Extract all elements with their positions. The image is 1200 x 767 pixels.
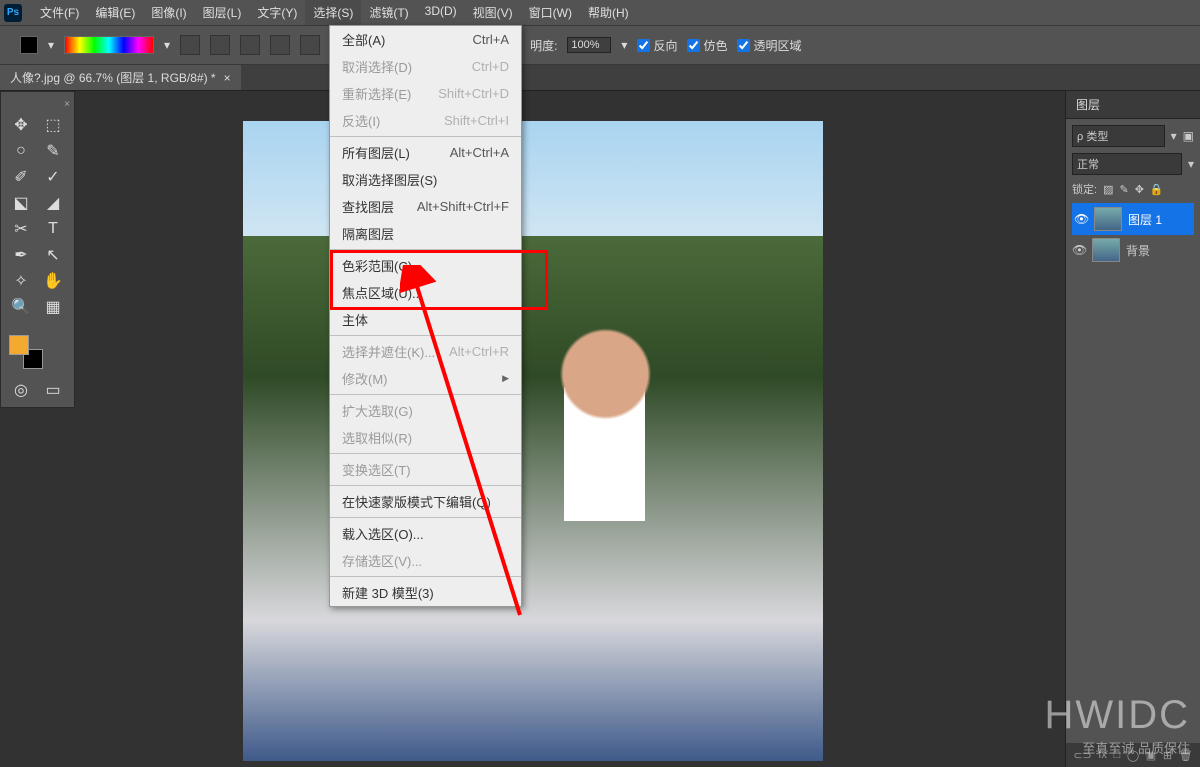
menu-文件[interactable]: 文件(F) xyxy=(32,0,87,25)
tool-button[interactable]: ↖ xyxy=(37,242,69,268)
menu-3d[interactable]: 3D(D) xyxy=(417,0,465,25)
dropdown-caret[interactable]: ▾ xyxy=(164,38,170,52)
lock-pixels-icon[interactable]: ▨ xyxy=(1103,183,1113,196)
tool-button[interactable]: ⬕ xyxy=(5,190,37,216)
visibility-icon[interactable]: 👁 xyxy=(1074,212,1088,226)
menu-文字[interactable]: 文字(Y) xyxy=(249,0,305,25)
blend-mode-select[interactable]: 正常 xyxy=(1072,153,1182,175)
menu-滤镜[interactable]: 滤镜(T) xyxy=(361,0,416,25)
opacity-label: 明度: xyxy=(530,37,557,54)
layer-filter-type[interactable]: ρ 类型 xyxy=(1072,125,1165,147)
menu-item: 修改(M) xyxy=(330,365,521,392)
canvas-area xyxy=(0,91,1065,767)
menu-item[interactable]: 隔离图层 xyxy=(330,220,521,247)
tool-button[interactable]: ✥ xyxy=(5,112,37,138)
gradient-preview[interactable] xyxy=(64,36,154,54)
layer-thumbnail[interactable] xyxy=(1092,238,1120,262)
menu-item[interactable]: 载入选区(O)... xyxy=(330,520,521,547)
tool-button[interactable]: ◢ xyxy=(37,190,69,216)
menu-item[interactable]: 主体 xyxy=(330,306,521,333)
gradient-radial-button[interactable] xyxy=(210,35,230,55)
tools-close-icon[interactable]: × xyxy=(5,96,70,112)
close-icon[interactable]: × xyxy=(224,71,231,85)
app-logo: Ps xyxy=(4,4,22,22)
menu-item: 存储选区(V)... xyxy=(330,547,521,574)
menu-图像[interactable]: 图像(I) xyxy=(143,0,194,25)
tool-button[interactable]: ✋ xyxy=(37,268,69,294)
dropdown-caret[interactable]: ▾ xyxy=(621,38,627,52)
dither-checkbox[interactable]: 仿色 xyxy=(687,37,727,54)
gradient-angle-button[interactable] xyxy=(240,35,260,55)
menu-item[interactable]: 新建 3D 模型(3) xyxy=(330,579,521,606)
select-menu-dropdown: 全部(A)Ctrl+A取消选择(D)Ctrl+D重新选择(E)Shift+Ctr… xyxy=(329,25,522,607)
layer-name: 背景 xyxy=(1126,242,1150,259)
watermark: HWIDC 至真至诚 品质保住 xyxy=(1044,693,1190,757)
menu-item: 反选(I)Shift+Ctrl+I xyxy=(330,107,521,134)
tool-button[interactable]: ✎ xyxy=(37,138,69,164)
tool-button[interactable]: ▭ xyxy=(37,377,69,403)
dropdown-caret[interactable]: ▾ xyxy=(1171,129,1177,143)
dropdown-caret[interactable]: ▾ xyxy=(1188,157,1194,171)
tool-button[interactable]: ✂ xyxy=(5,216,37,242)
filter-icon[interactable]: ▣ xyxy=(1183,129,1194,143)
reverse-checkbox[interactable]: 反向 xyxy=(637,37,677,54)
tool-button[interactable]: ✐ xyxy=(5,164,37,190)
menu-选择[interactable]: 选择(S) xyxy=(305,0,361,25)
document-tab-bar: 人像?.jpg @ 66.7% (图层 1, RGB/8#) * × xyxy=(0,65,1200,91)
menu-item[interactable]: 查找图层Alt+Shift+Ctrl+F xyxy=(330,193,521,220)
tool-button[interactable]: ○ xyxy=(5,138,37,164)
menu-item: 变换选区(T) xyxy=(330,456,521,483)
menu-item[interactable]: 在快速蒙版模式下编辑(Q) xyxy=(330,488,521,515)
tools-panel: × ✥⬚○✎✐✓⬕◢✂T✒↖✧✋🔍▦ ◎▭ xyxy=(0,91,75,408)
menu-item[interactable]: 焦点区域(U)... xyxy=(330,279,521,306)
menu-item: 取消选择(D)Ctrl+D xyxy=(330,53,521,80)
tool-button[interactable]: ⬚ xyxy=(37,112,69,138)
menu-编辑[interactable]: 编辑(E) xyxy=(87,0,143,25)
layer-item[interactable]: 👁 背景 xyxy=(1072,235,1194,265)
gradient-diamond-button[interactable] xyxy=(300,35,320,55)
gradient-reflected-button[interactable] xyxy=(270,35,290,55)
main-area: × ✥⬚○✎✐✓⬕◢✂T✒↖✧✋🔍▦ ◎▭ 图层 ρ 类型 ▾ ▣ 正常 ▾ 锁… xyxy=(0,91,1200,767)
layers-tab[interactable]: 图层 xyxy=(1066,91,1200,119)
menu-item: 重新选择(E)Shift+Ctrl+D xyxy=(330,80,521,107)
tool-button[interactable]: ✧ xyxy=(5,268,37,294)
menu-item[interactable]: 全部(A)Ctrl+A xyxy=(330,26,521,53)
lock-label: 锁定: xyxy=(1072,181,1097,197)
layer-item[interactable]: 👁 图层 1 xyxy=(1072,203,1194,235)
document-tab[interactable]: 人像?.jpg @ 66.7% (图层 1, RGB/8#) * × xyxy=(0,65,241,90)
tool-button[interactable]: T xyxy=(37,216,69,242)
menu-item[interactable]: 色彩范围(C)... xyxy=(330,252,521,279)
tool-button[interactable]: ✓ xyxy=(37,164,69,190)
options-bar: ▾ ▾ 明度: ▾ 反向 仿色 透明区域 xyxy=(0,25,1200,65)
document-title: 人像?.jpg @ 66.7% (图层 1, RGB/8#) * xyxy=(10,69,216,86)
menu-item: 选择并遮住(K)...Alt+Ctrl+R xyxy=(330,338,521,365)
dropdown-caret[interactable]: ▾ xyxy=(48,38,54,52)
menu-窗口[interactable]: 窗口(W) xyxy=(521,0,580,25)
transparency-checkbox[interactable]: 透明区域 xyxy=(737,37,801,54)
foreground-color[interactable] xyxy=(9,335,29,355)
menu-item[interactable]: 所有图层(L)Alt+Ctrl+A xyxy=(330,139,521,166)
menu-图层[interactable]: 图层(L) xyxy=(195,0,250,25)
lock-brush-icon[interactable]: ✎ xyxy=(1119,183,1128,196)
menu-bar: Ps 文件(F)编辑(E)图像(I)图层(L)文字(Y)选择(S)滤镜(T)3D… xyxy=(0,0,1200,25)
gradient-linear-button[interactable] xyxy=(180,35,200,55)
lock-move-icon[interactable]: ✥ xyxy=(1135,183,1144,196)
menu-视图[interactable]: 视图(V) xyxy=(465,0,521,25)
layer-name: 图层 1 xyxy=(1128,211,1162,228)
layers-panel: 图层 ρ 类型 ▾ ▣ 正常 ▾ 锁定: ▨ ✎ ✥ 🔒 👁图层 1👁背景 ⊂⊃… xyxy=(1065,91,1200,767)
tool-button[interactable]: ✒ xyxy=(5,242,37,268)
menu-帮助[interactable]: 帮助(H) xyxy=(580,0,637,25)
layer-thumbnail[interactable] xyxy=(1094,207,1122,231)
color-swatches[interactable] xyxy=(9,335,43,369)
menu-item: 扩大选取(G) xyxy=(330,397,521,424)
menu-item: 选取相似(R) xyxy=(330,424,521,451)
opacity-input[interactable] xyxy=(567,37,611,53)
tool-button[interactable]: 🔍 xyxy=(5,294,37,320)
lock-all-icon[interactable]: 🔒 xyxy=(1150,183,1164,196)
tool-button[interactable]: ◎ xyxy=(5,377,37,403)
menu-item[interactable]: 取消选择图层(S) xyxy=(330,166,521,193)
visibility-icon[interactable]: 👁 xyxy=(1072,243,1086,257)
tool-button[interactable]: ▦ xyxy=(37,294,69,320)
mode-swatch[interactable] xyxy=(20,36,38,54)
